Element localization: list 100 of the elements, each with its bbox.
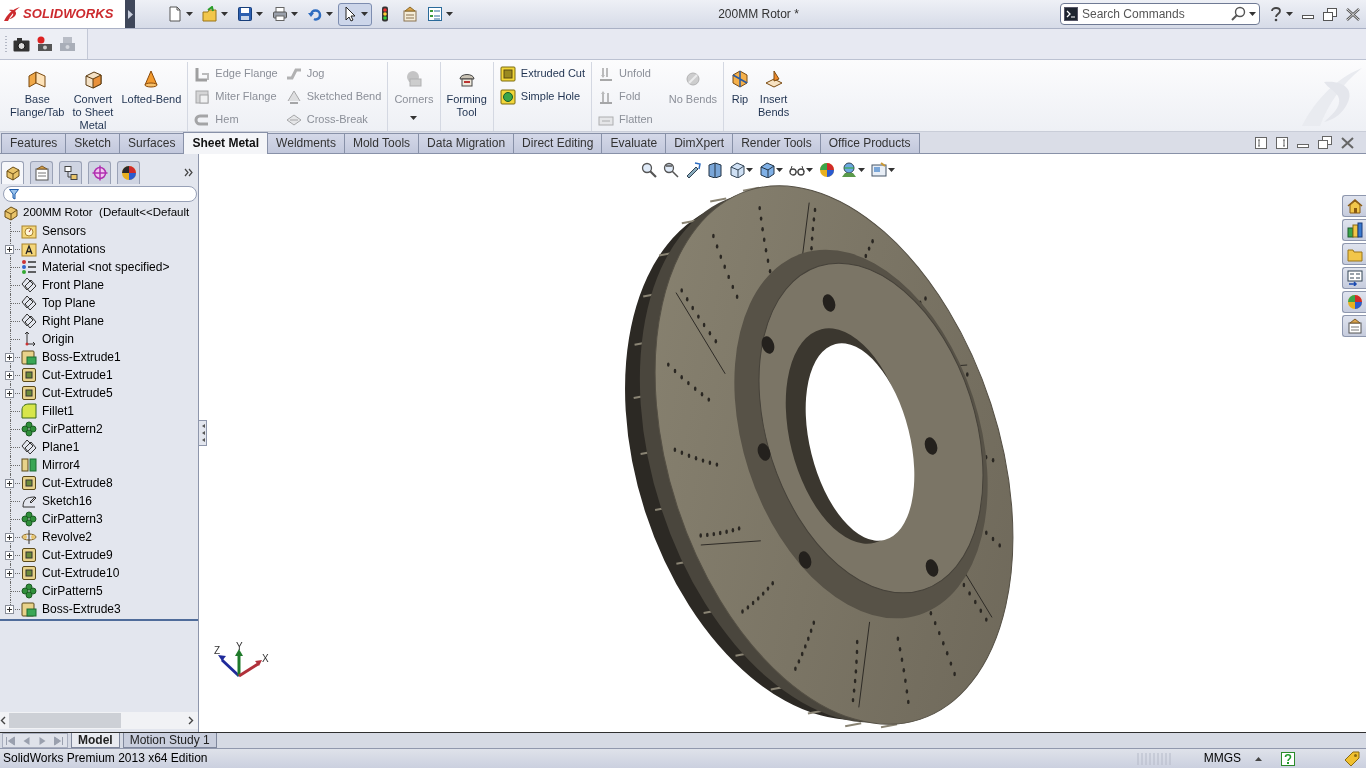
command-tab[interactable]: Weldments: [267, 133, 345, 153]
tree-item[interactable]: Revolve2: [42, 529, 93, 545]
tree-item[interactable]: Cut-Extrude8: [42, 475, 113, 491]
restore-icon[interactable]: [1323, 7, 1337, 21]
view-tab[interactable]: Model: [71, 733, 120, 748]
help-icon[interactable]: [1281, 751, 1295, 766]
help-icon[interactable]: [1270, 6, 1282, 22]
caret-icon[interactable]: [776, 168, 783, 172]
tree-item[interactable]: Material <not specified>: [42, 259, 170, 275]
close-icon[interactable]: [1341, 136, 1354, 149]
command-tab[interactable]: Data Migration: [418, 133, 515, 153]
tile-right-icon[interactable]: [1276, 136, 1288, 149]
command-button[interactable]: Base Flange/Tab: [8, 62, 67, 119]
caret-icon[interactable]: [1286, 12, 1293, 16]
tree-item[interactable]: Cut-Extrude9: [42, 547, 113, 563]
tree-item[interactable]: Boss-Extrude3: [42, 601, 121, 617]
tree-item[interactable]: Boss-Extrude1: [42, 349, 121, 365]
scene-icon[interactable]: [841, 162, 857, 178]
panel-collapse-handle[interactable]: [199, 420, 207, 446]
command-button[interactable]: Lofted-Bend: [119, 62, 184, 106]
select-button[interactable]: [338, 2, 372, 26]
caret-icon[interactable]: [746, 168, 753, 172]
tree-item[interactable]: Front Plane: [42, 277, 105, 293]
record-camera-icon[interactable]: [36, 36, 53, 52]
command-tab[interactable]: Mold Tools: [343, 133, 420, 153]
tree-item[interactable]: Cut-Extrude10: [42, 565, 120, 581]
tree-item[interactable]: Annotations: [42, 241, 106, 257]
panel-tab[interactable]: [1, 161, 24, 184]
caret-icon[interactable]: [1249, 12, 1256, 16]
command-button[interactable]: Insert Bends: [756, 62, 792, 119]
search-icon[interactable]: [1231, 6, 1246, 21]
view-cube-icon[interactable]: [729, 162, 745, 178]
caret-icon[interactable]: [806, 168, 813, 172]
task-pane-tab[interactable]: [1342, 267, 1366, 289]
caret-icon[interactable]: [858, 168, 865, 172]
double-chevron-icon[interactable]: [184, 168, 193, 177]
command-tab[interactable]: Direct Editing: [513, 133, 603, 153]
tree-item[interactable]: Origin: [42, 331, 74, 347]
pencil-arrow-icon[interactable]: [685, 162, 701, 178]
task-pane-tab[interactable]: [1342, 195, 1366, 217]
section-view-icon[interactable]: [707, 162, 723, 178]
command-button[interactable]: Simple Hole: [497, 85, 588, 108]
search-field[interactable]: Search Commands: [1060, 3, 1260, 25]
horizontal-scrollbar[interactable]: [0, 712, 198, 729]
panel-tab[interactable]: [117, 161, 140, 184]
panel-tab[interactable]: [59, 161, 82, 184]
command-tab[interactable]: Features: [1, 133, 67, 153]
command-tab[interactable]: Sheet Metal: [183, 132, 269, 154]
command-button[interactable]: Forming Tool: [444, 62, 489, 119]
units-selector[interactable]: MMGS: [1203, 751, 1241, 766]
tile-left-icon[interactable]: [1255, 136, 1267, 149]
command-tab[interactable]: Surfaces: [119, 133, 185, 153]
task-pane-tab[interactable]: [1342, 315, 1366, 337]
expand-plus-icon[interactable]: [5, 533, 14, 542]
task-pane-tab[interactable]: [1342, 291, 1366, 313]
tree-item[interactable]: Sensors: [42, 223, 87, 239]
filter-field[interactable]: [3, 186, 197, 202]
menu-flyout-tab[interactable]: [125, 0, 135, 28]
tree-item[interactable]: 200MM Rotor (Default<<Default: [23, 206, 190, 220]
expand-plus-icon[interactable]: [5, 353, 14, 362]
command-button[interactable]: Extruded Cut: [497, 62, 588, 85]
zoom-fit-icon[interactable]: [641, 162, 657, 178]
color-sphere-icon[interactable]: [819, 162, 835, 178]
caret-icon[interactable]: [888, 168, 895, 172]
tree-item[interactable]: CirPattern3: [42, 511, 103, 527]
expand-plus-icon[interactable]: [5, 569, 14, 578]
command-tab[interactable]: Evaluate: [601, 133, 667, 153]
close-icon[interactable]: [1346, 7, 1360, 21]
tree-item[interactable]: CirPattern2: [42, 421, 103, 437]
command-tab[interactable]: Sketch: [65, 133, 121, 153]
command-button[interactable]: Rip: [728, 62, 752, 106]
zoom-area-icon[interactable]: [663, 162, 679, 178]
tree-item[interactable]: CirPattern5: [42, 583, 103, 599]
command-tab[interactable]: Office Products: [819, 133, 920, 153]
command-button[interactable]: Convert to Sheet Metal: [70, 62, 116, 132]
tree-item[interactable]: Top Plane: [42, 295, 96, 311]
command-tab[interactable]: DimXpert: [665, 133, 734, 153]
tree-item[interactable]: Cut-Extrude5: [42, 385, 113, 401]
expand-plus-icon[interactable]: [5, 389, 14, 398]
chevron-right-icon[interactable]: [188, 716, 194, 725]
expand-plus-icon[interactable]: [5, 479, 14, 488]
task-pane-tab[interactable]: [1342, 219, 1366, 241]
expand-plus-icon[interactable]: [5, 551, 14, 560]
tree-item[interactable]: Plane1: [42, 439, 80, 455]
expand-plus-icon[interactable]: [5, 605, 14, 614]
tree-item[interactable]: Fillet1: [42, 403, 74, 419]
tag-icon[interactable]: [1344, 750, 1360, 767]
expand-plus-icon[interactable]: [5, 371, 14, 380]
expand-plus-icon[interactable]: [5, 245, 14, 254]
tree-item[interactable]: Cut-Extrude1: [42, 367, 113, 383]
restore-icon[interactable]: [1318, 136, 1332, 149]
chevron-left-icon[interactable]: [0, 716, 6, 725]
tree-item[interactable]: Sketch16: [42, 493, 93, 509]
shaded-cube-icon[interactable]: [759, 162, 775, 178]
camera-icon[interactable]: [13, 36, 30, 52]
tree-item[interactable]: Mirror4: [42, 457, 80, 473]
caret-up-icon[interactable]: [1255, 756, 1262, 761]
command-tab[interactable]: Render Tools: [732, 133, 821, 153]
view-tab[interactable]: Motion Study 1: [122, 733, 217, 748]
tree-item[interactable]: Right Plane: [42, 313, 105, 329]
